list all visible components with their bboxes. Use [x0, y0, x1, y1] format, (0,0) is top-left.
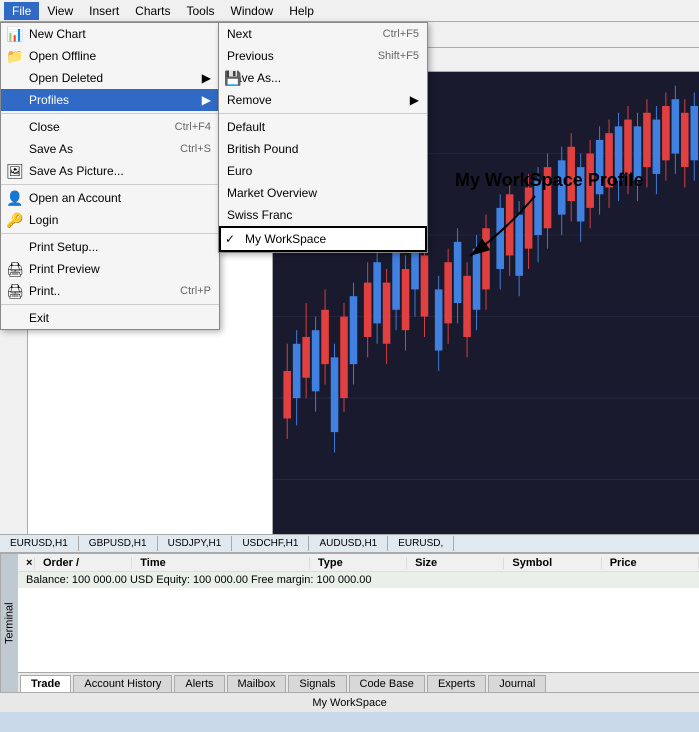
menu-item-print[interactable]: 🖨 Print.. Ctrl+P	[1, 280, 219, 302]
symbol-tab-usdchf-h1[interactable]: USDCHF,H1	[232, 536, 309, 551]
profiles-previous[interactable]: Previous Shift+F5	[219, 45, 427, 67]
profiles-swiss-franc[interactable]: Swiss Franc	[219, 204, 427, 226]
profiles-market-overview[interactable]: Market Overview	[219, 182, 427, 204]
ttab-signals[interactable]: Signals	[288, 675, 346, 692]
menu-item-open-deleted[interactable]: Open Deleted ▶	[1, 67, 219, 89]
profiles-my-workspace[interactable]: ✓ My WorkSpace	[219, 226, 427, 252]
menu-charts[interactable]: Charts	[127, 2, 178, 20]
type-col-header: Type	[310, 557, 407, 569]
symbol-tabs-bar: EURUSD,H1 GBPUSD,H1 USDJPY,H1 USDCHF,H1 …	[0, 534, 699, 552]
save-picture-icon: 🖼	[5, 163, 25, 180]
symbol-col-header: Symbol	[504, 557, 601, 569]
menu-item-save-as[interactable]: Save As Ctrl+S	[1, 138, 219, 160]
terminal-tabs: Trade Account History Alerts Mailbox Sig…	[18, 672, 699, 692]
profiles-remove-arrow: ▶	[410, 93, 419, 107]
symbol-tab-eurusd-2[interactable]: EURUSD,	[388, 536, 454, 551]
menu-sep-4	[1, 304, 219, 305]
menu-item-new-chart[interactable]: 📊 New Chart	[1, 23, 219, 45]
menu-sep-2	[1, 184, 219, 185]
open-deleted-arrow: ▶	[202, 71, 211, 85]
menu-item-exit[interactable]: Exit	[1, 307, 219, 329]
terminal-panel: Terminal × Order / Time Type Size Symbol…	[0, 552, 699, 692]
ttab-journal[interactable]: Journal	[488, 675, 546, 692]
ttab-alerts[interactable]: Alerts	[174, 675, 224, 692]
ttab-codebase[interactable]: Code Base	[349, 675, 425, 692]
menu-item-print-preview[interactable]: 🖨 Print Preview	[1, 258, 219, 280]
print-preview-icon: 🖨	[5, 261, 25, 278]
menu-item-login[interactable]: 🔑 Login	[1, 209, 219, 231]
profiles-arrow: ▶	[202, 93, 211, 107]
ttab-trade[interactable]: Trade	[20, 675, 71, 692]
ttab-experts[interactable]: Experts	[427, 675, 486, 692]
profiles-next[interactable]: Next Ctrl+F5	[219, 23, 427, 45]
profiles-save-as[interactable]: 💾 Save As...	[219, 67, 427, 89]
balance-info: Balance: 100 000.00 USD Equity: 100 000.…	[18, 572, 699, 588]
profiles-default[interactable]: Default	[219, 116, 427, 138]
menu-tools[interactable]: Tools	[179, 2, 223, 20]
open-offline-icon: 📁	[5, 48, 25, 65]
menu-item-save-as-picture[interactable]: 🖼 Save As Picture...	[1, 160, 219, 182]
ttab-mailbox[interactable]: Mailbox	[227, 675, 287, 692]
terminal-body	[18, 588, 699, 672]
menu-insert[interactable]: Insert	[81, 2, 127, 20]
profiles-submenu: Next Ctrl+F5 Previous Shift+F5 💾 Save As…	[218, 22, 428, 253]
symbol-tab-audusd-h1[interactable]: AUDUSD,H1	[309, 536, 388, 551]
menu-sep-3	[1, 233, 219, 234]
menu-window[interactable]: Window	[223, 2, 282, 20]
profiles-save-icon: 💾	[223, 70, 243, 87]
menu-item-profiles[interactable]: Profiles ▶	[1, 89, 219, 111]
menubar: File View Insert Charts Tools Window Hel…	[0, 0, 699, 22]
statusbar: My WorkSpace	[0, 692, 699, 712]
menu-item-open-account[interactable]: 👤 Open an Account	[1, 187, 219, 209]
price-col-header: Price	[602, 557, 699, 569]
statusbar-text: My WorkSpace	[312, 697, 386, 709]
ttab-account-history[interactable]: Account History	[73, 675, 172, 692]
login-icon: 🔑	[5, 212, 25, 229]
order-col-header: Order /	[35, 557, 132, 569]
new-chart-icon: 📊	[5, 26, 25, 43]
menu-item-open-offline[interactable]: 📁 Open Offline	[1, 45, 219, 67]
menu-item-close[interactable]: Close Ctrl+F4	[1, 116, 219, 138]
open-account-icon: 👤	[5, 190, 25, 207]
terminal-column-headers: × Order / Time Type Size Symbol Price	[18, 554, 699, 572]
size-col-header: Size	[407, 557, 504, 569]
symbol-tab-eurusd-h1[interactable]: EURUSD,H1	[0, 536, 79, 551]
profiles-euro[interactable]: Euro	[219, 160, 427, 182]
profiles-british-pound[interactable]: British Pound	[219, 138, 427, 160]
terminal-label: Terminal	[0, 554, 18, 692]
menu-file[interactable]: File	[4, 2, 39, 20]
checkmark-icon: ✓	[225, 232, 235, 246]
print-icon: 🖨	[5, 283, 25, 300]
close-icon[interactable]: ×	[26, 557, 32, 569]
close-col: ×	[18, 557, 35, 569]
symbol-tab-usdjpy-h1[interactable]: USDJPY,H1	[158, 536, 233, 551]
profiles-sep-1	[219, 113, 427, 114]
file-menu-dropdown: 📊 New Chart 📁 Open Offline Open Deleted …	[0, 22, 220, 330]
symbol-tab-gbpusd-h1[interactable]: GBPUSD,H1	[79, 536, 158, 551]
menu-help[interactable]: Help	[281, 2, 322, 20]
time-col-header: Time	[132, 557, 310, 569]
menu-view[interactable]: View	[39, 2, 81, 20]
menu-item-print-setup[interactable]: Print Setup...	[1, 236, 219, 258]
menu-sep-1	[1, 113, 219, 114]
profiles-remove[interactable]: Remove ▶	[219, 89, 427, 111]
